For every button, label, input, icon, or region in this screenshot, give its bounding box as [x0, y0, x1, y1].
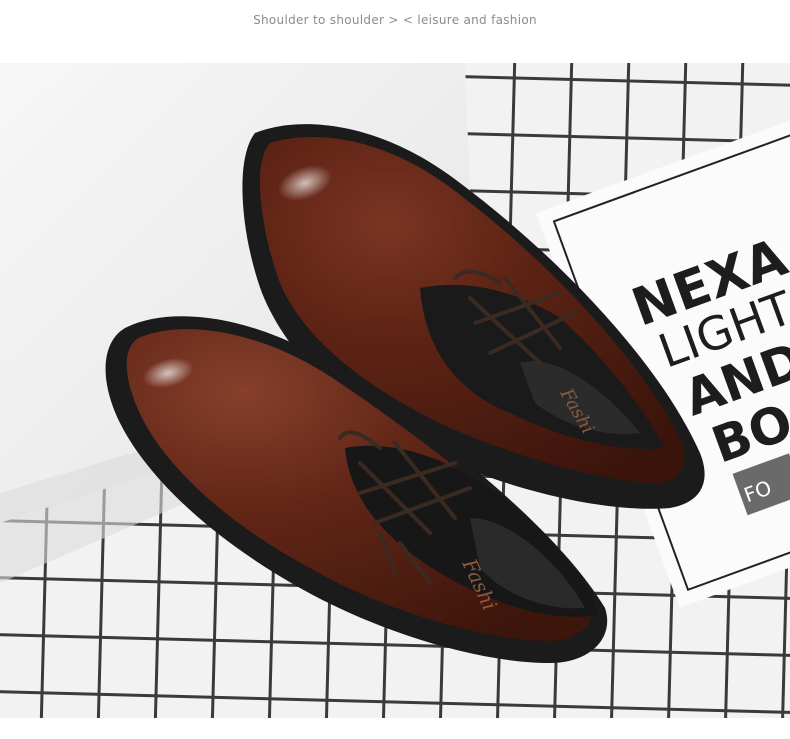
- product-detail-page: Shoulder to shoulder > < leisure and fas…: [0, 0, 790, 739]
- section-caption: Shoulder to shoulder > < leisure and fas…: [253, 13, 537, 27]
- shoe-photo-illustration: NEXA LIGHT AND BO FO Fashi Fashi: [0, 63, 790, 718]
- product-photo: NEXA LIGHT AND BO FO Fashi Fashi: [0, 63, 790, 718]
